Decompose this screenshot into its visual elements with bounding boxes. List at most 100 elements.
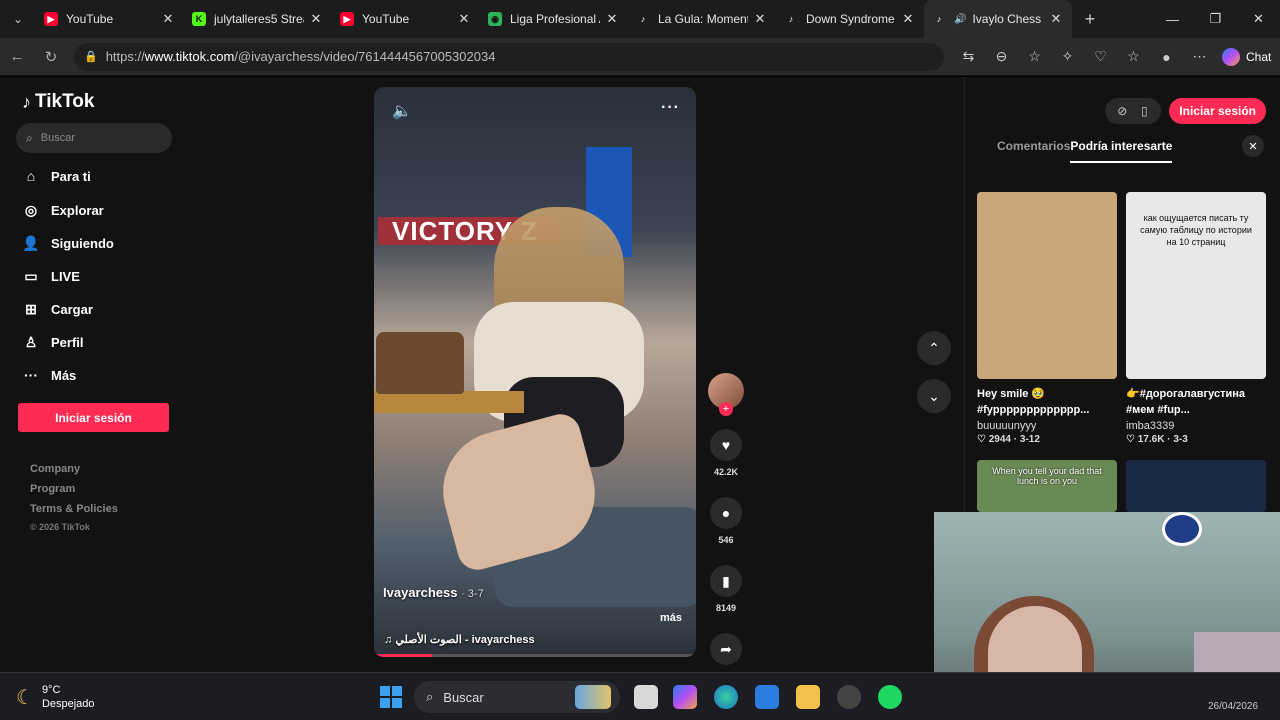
close-tab-icon[interactable]: ✕ [752,11,768,27]
save-action[interactable]: ▮ 8149 [705,565,747,613]
back-icon[interactable]: ← [0,48,34,65]
maximize-icon[interactable]: ❐ [1194,0,1237,38]
video-more-link[interactable]: más [660,612,682,624]
chat-label: Chat [1246,49,1272,64]
close-tab-icon[interactable]: ✕ [456,11,472,27]
tab-actions-chevron-icon[interactable]: ⌄ [0,0,36,38]
card-overlay-text: When you tell your dad that lunch is on … [992,466,1102,486]
new-tab-button[interactable]: + [1072,9,1108,30]
recommended-card[interactable] [1126,460,1266,512]
close-tab-icon[interactable]: ✕ [900,11,916,27]
browser-tab[interactable]: ♪ La Gula: Momento ✕ [628,0,776,38]
browser-tab[interactable]: ♪ 🔊 Ivaylo Chess ✕ [924,0,1072,38]
follow-plus-icon[interactable]: + [719,402,733,416]
favorite-star-icon[interactable]: ☆ [1018,48,1051,65]
edge-browser-icon[interactable] [714,685,738,709]
globe-icon: ◉ [488,12,502,26]
sidebar-item-mas[interactable]: ··· Más [22,367,76,383]
address-bar: ← ↻ 🔒 https://www.tiktok.com/@ivayarches… [0,38,1280,76]
extensions-icon[interactable]: ✧ [1051,48,1084,65]
video-player[interactable]: VICTORY Z 🔈 ··· Ivayarchess · 3-7 más ♫ … [374,87,696,657]
tab-bar: ⌄ ▶ YouTube ✕ Kjulytalleres5 Stream ✕ ▶ YouTub… [0,0,1280,38]
more-icon: ··· [24,367,38,383]
tab-recommended[interactable]: Podría interesarte [1070,139,1173,163]
card-user[interactable]: buuuuunyyy [977,420,1117,432]
mobile-icon[interactable]: ▯ [1133,104,1155,118]
youtube-icon: ▶ [44,12,58,26]
translate-icon[interactable]: ⇆ [952,48,985,65]
comment-action[interactable]: ● 546 [705,497,747,545]
footer-link-terms[interactable]: Terms & Policies [30,503,118,515]
card-user[interactable]: imba3339 [1126,420,1266,432]
tab-comments[interactable]: Comentarios [997,139,1070,163]
browser-tab[interactable]: ▶ YouTube ✕ [332,0,480,38]
url-field[interactable]: 🔒 https://www.tiktok.com/@ivayarchess/vi… [74,42,944,71]
copilot-taskbar-icon[interactable] [673,685,697,709]
comment-count: 546 [718,535,734,545]
card-thumbnail[interactable]: When you tell your dad that lunch is on … [977,460,1117,512]
minimize-icon[interactable]: — [1151,0,1194,38]
sidebar-item-live[interactable]: ▭ LIVE [22,268,80,285]
profile-avatar-icon[interactable]: ● [1150,49,1183,65]
recommended-card[interactable]: как ощущается писать ту самую таблицу по… [1126,192,1266,445]
browser-tab[interactable]: ♪ Down Syndrome B ✕ [776,0,924,38]
browser-tools: ⇆ ⊖ ☆ ✧ ♡ ☆ ● ⋯ [952,48,1216,65]
close-window-icon[interactable]: ✕ [1237,0,1280,38]
close-panel-icon[interactable]: ✕ [1242,135,1264,157]
task-view-icon[interactable] [634,685,658,709]
file-explorer-icon[interactable] [796,685,820,709]
card-thumbnail[interactable] [977,192,1117,379]
browser-tab[interactable]: ▶ YouTube ✕ [36,0,184,38]
recommended-card[interactable]: When you tell your dad that lunch is on … [977,460,1117,512]
zoom-icon[interactable]: ⊖ [985,48,1018,65]
sidebar-item-cargar[interactable]: ⊞ Cargar [22,301,93,318]
card-title-line: #мем #fup... [1126,404,1190,416]
close-tab-icon[interactable]: ✕ [308,11,324,27]
kick-icon: K [192,12,206,26]
search-input[interactable]: ⌕ Buscar [16,123,172,153]
footer-link-program[interactable]: Program [30,483,75,495]
tiktok-logo[interactable]: ♪ TikTok [22,91,94,113]
card-thumbnail[interactable]: как ощущается писать ту самую таблицу по… [1126,192,1266,379]
next-video-chevron-down-icon[interactable]: ⌄ [917,379,951,413]
heart-icon: ♥ [710,429,742,461]
video-author[interactable]: Ivayarchess · 3-7 [383,585,484,600]
speaker-icon[interactable]: 🔊 [954,14,966,25]
card-thumbnail[interactable] [1126,460,1266,512]
windows-start-icon[interactable] [380,686,402,708]
sidebar-item-para-ti[interactable]: ⌂ Para ti [22,168,91,184]
volume-icon[interactable]: 🔈 [392,101,412,121]
video-progress-bar[interactable] [374,654,696,657]
collections-icon[interactable]: ☆ [1117,48,1150,65]
spotify-icon[interactable] [878,685,902,709]
author-avatar[interactable]: + [708,373,744,416]
pc-icon[interactable]: ⊘ [1111,104,1133,118]
youtube-icon: ▶ [340,12,354,26]
settings-menu-icon[interactable]: ⋯ [1183,48,1216,65]
video-progress-fill [374,654,432,657]
login-button[interactable]: Iniciar sesión [18,403,169,432]
weather-widget[interactable]: ☾ 9°C Despejado [16,683,95,711]
like-action[interactable]: ♥ 42.2K [705,429,747,477]
microsoft-store-icon[interactable] [755,685,779,709]
copilot-chat-button[interactable]: Chat [1222,47,1272,66]
browser-essentials-icon[interactable]: ♡ [1084,48,1117,65]
search-icon: ⌕ [426,689,434,704]
reload-icon[interactable]: ↻ [34,48,68,66]
close-tab-icon[interactable]: ✕ [604,11,620,27]
url-path: /@ivayarchess/video/7614444567005302034 [234,49,496,64]
video-sound[interactable]: ♫ الصوت الأصلي - ivayarchess [384,633,535,646]
footer-link-company[interactable]: Company [30,463,80,475]
close-tab-icon[interactable]: ✕ [160,11,176,27]
video-more-options-icon[interactable]: ··· [661,99,680,117]
previous-video-chevron-up-icon[interactable]: ⌃ [917,331,951,365]
sidebar-item-siguiendo[interactable]: 👤 Siguiendo [22,235,114,252]
panel-login-button[interactable]: Iniciar sesión [1169,98,1266,124]
sidebar-item-explorar[interactable]: ◎ Explorar [22,202,104,219]
close-tab-icon[interactable]: ✕ [1048,11,1064,27]
browser-tab[interactable]: Kjulytalleres5 Stream ✕ [184,0,332,38]
app-icon[interactable] [837,685,861,709]
sidebar-item-perfil[interactable]: ♙ Perfil [22,334,84,351]
browser-tab[interactable]: ◉ Liga Profesional Ar ✕ [480,0,628,38]
recommended-card[interactable]: Hey smile 🥹 #fyppppppppppppp... buuuuunyy… [977,192,1117,445]
